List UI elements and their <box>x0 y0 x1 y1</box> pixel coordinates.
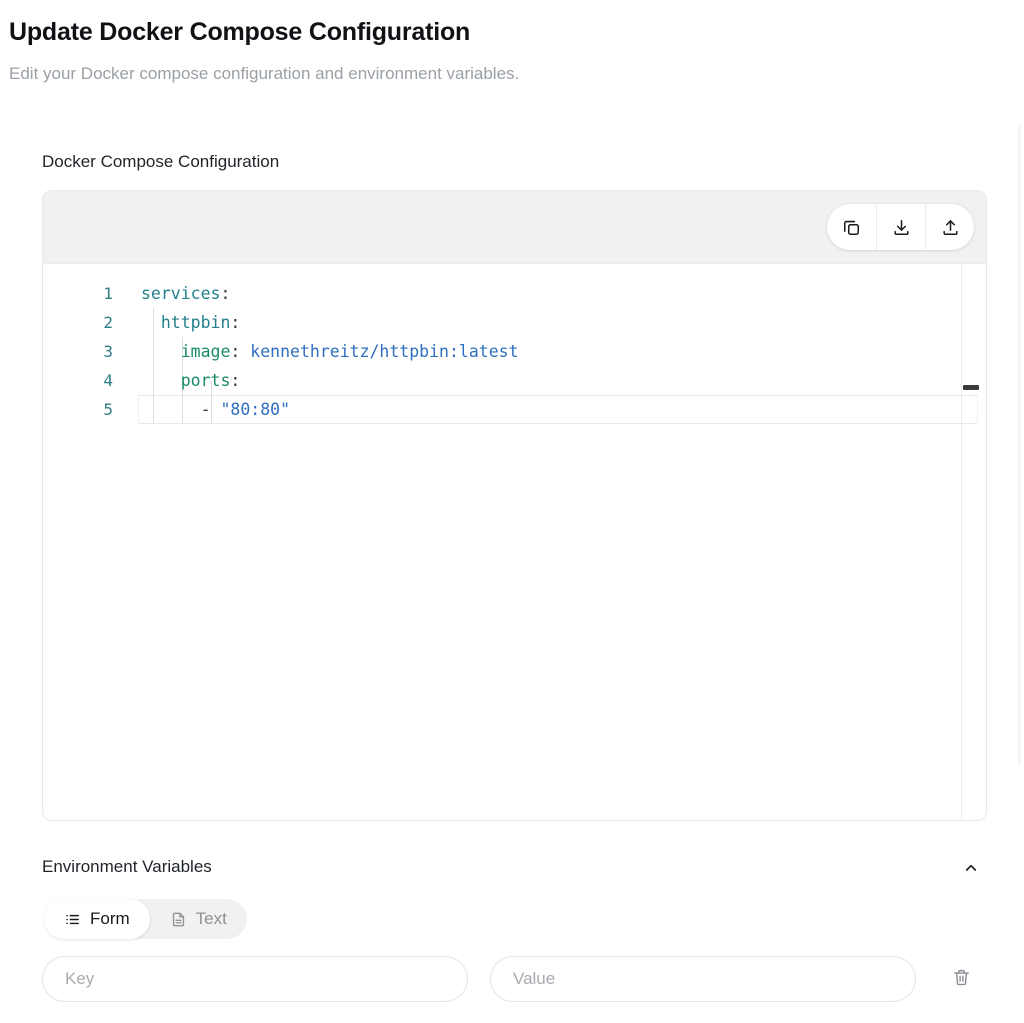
env-value-input[interactable] <box>490 956 916 1002</box>
yaml-indent <box>141 313 161 332</box>
chevron-up-icon <box>963 860 979 879</box>
copy-icon <box>842 218 861 237</box>
line-number: 3 <box>103 342 113 361</box>
code-line-content: - "80:80" <box>141 400 986 419</box>
yaml-colon: : <box>230 371 241 390</box>
line-number: 5 <box>103 400 113 419</box>
code-line-active[interactable]: 5 - "80:80" <box>43 395 986 424</box>
document-icon <box>170 911 187 928</box>
yaml-indent <box>141 400 201 419</box>
upload-button[interactable] <box>925 204 974 250</box>
docker-compose-editor-card: 1 services: 2 httpbin: 3 image: kennethr… <box>42 190 987 821</box>
environment-variables-collapse-button[interactable] <box>957 855 985 883</box>
yaml-string-value: "80:80" <box>220 400 291 419</box>
yaml-list-dash: - <box>200 400 211 419</box>
code-line[interactable]: 1 services: <box>43 279 986 308</box>
code-line-content: ports: <box>141 371 986 390</box>
yaml-code-editor[interactable]: 1 services: 2 httpbin: 3 image: kennethr… <box>43 264 986 820</box>
page-root: Update Docker Compose Configuration Edit… <box>0 0 1024 1023</box>
list-icon <box>64 911 81 928</box>
line-number: 4 <box>103 371 113 390</box>
yaml-indent <box>141 371 181 390</box>
code-line[interactable]: 4 ports: <box>43 366 986 395</box>
yaml-space <box>211 400 221 419</box>
editor-section-label: Docker Compose Configuration <box>42 152 280 171</box>
yaml-indent <box>141 342 181 361</box>
code-line-content: services: <box>141 284 986 303</box>
yaml-key: ports <box>180 371 231 390</box>
yaml-value: kennethreitz/httpbin:latest <box>250 342 519 361</box>
page-subtitle: Edit your Docker compose configuration a… <box>9 64 520 83</box>
tab-text-label: Text <box>195 909 227 928</box>
line-number: 1 <box>103 284 113 303</box>
yaml-key: services <box>141 284 221 303</box>
page-scrollbar[interactable] <box>1018 125 1021 765</box>
download-button[interactable] <box>876 204 925 250</box>
code-line[interactable]: 2 httpbin: <box>43 308 986 337</box>
env-key-input[interactable] <box>42 956 468 1002</box>
code-lines: 1 services: 2 httpbin: 3 image: kennethr… <box>43 279 986 424</box>
yaml-key: image <box>180 342 231 361</box>
environment-variables-title: Environment Variables <box>42 857 212 876</box>
page-title: Update Docker Compose Configuration <box>9 18 471 46</box>
yaml-space <box>240 342 250 361</box>
yaml-colon: : <box>230 342 241 361</box>
code-line-content: image: kennethreitz/httpbin:latest <box>141 342 986 361</box>
code-line-content: httpbin: <box>141 313 986 332</box>
yaml-colon: : <box>230 313 241 332</box>
tab-text[interactable]: Text <box>150 899 247 939</box>
tab-form-label: Form <box>90 909 130 928</box>
env-row-delete-button[interactable] <box>946 964 976 994</box>
trash-icon <box>952 968 971 990</box>
editor-toolbar <box>43 191 986 264</box>
env-view-mode-toggle: Form Text <box>44 899 247 939</box>
yaml-key: httpbin <box>160 313 231 332</box>
code-line[interactable]: 3 image: kennethreitz/httpbin:latest <box>43 337 986 366</box>
environment-variables-header: Environment Variables <box>42 857 987 883</box>
download-icon <box>892 218 911 237</box>
tab-form[interactable]: Form <box>44 899 150 939</box>
editor-toolbar-actions <box>827 204 974 250</box>
yaml-colon: : <box>220 284 231 303</box>
copy-button[interactable] <box>827 204 876 250</box>
env-variable-row <box>42 956 987 1002</box>
upload-icon <box>941 218 960 237</box>
line-number: 2 <box>103 313 113 332</box>
